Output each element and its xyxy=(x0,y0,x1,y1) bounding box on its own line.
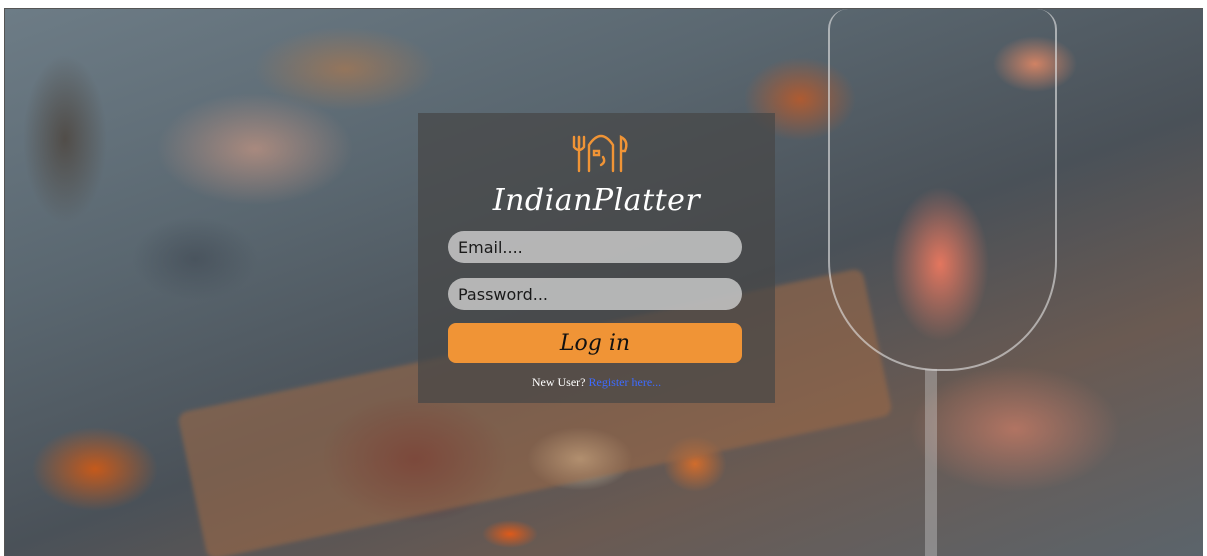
email-input[interactable] xyxy=(448,231,742,263)
background-glass-stem xyxy=(925,369,937,556)
register-prompt: New User? Register here... xyxy=(418,375,775,390)
page-frame: IndianPlatter Log in New User? Register … xyxy=(4,8,1203,556)
new-user-text: New User? xyxy=(531,375,586,389)
register-link[interactable]: Register here... xyxy=(589,375,662,389)
brand-name: IndianPlatter xyxy=(492,183,701,218)
background-wine-glass xyxy=(828,9,1057,371)
login-button[interactable]: Log in xyxy=(448,323,742,363)
plate-cutlery-icon xyxy=(572,134,628,173)
password-input[interactable] xyxy=(448,278,742,310)
login-panel: IndianPlatter Log in New User? Register … xyxy=(418,113,775,403)
